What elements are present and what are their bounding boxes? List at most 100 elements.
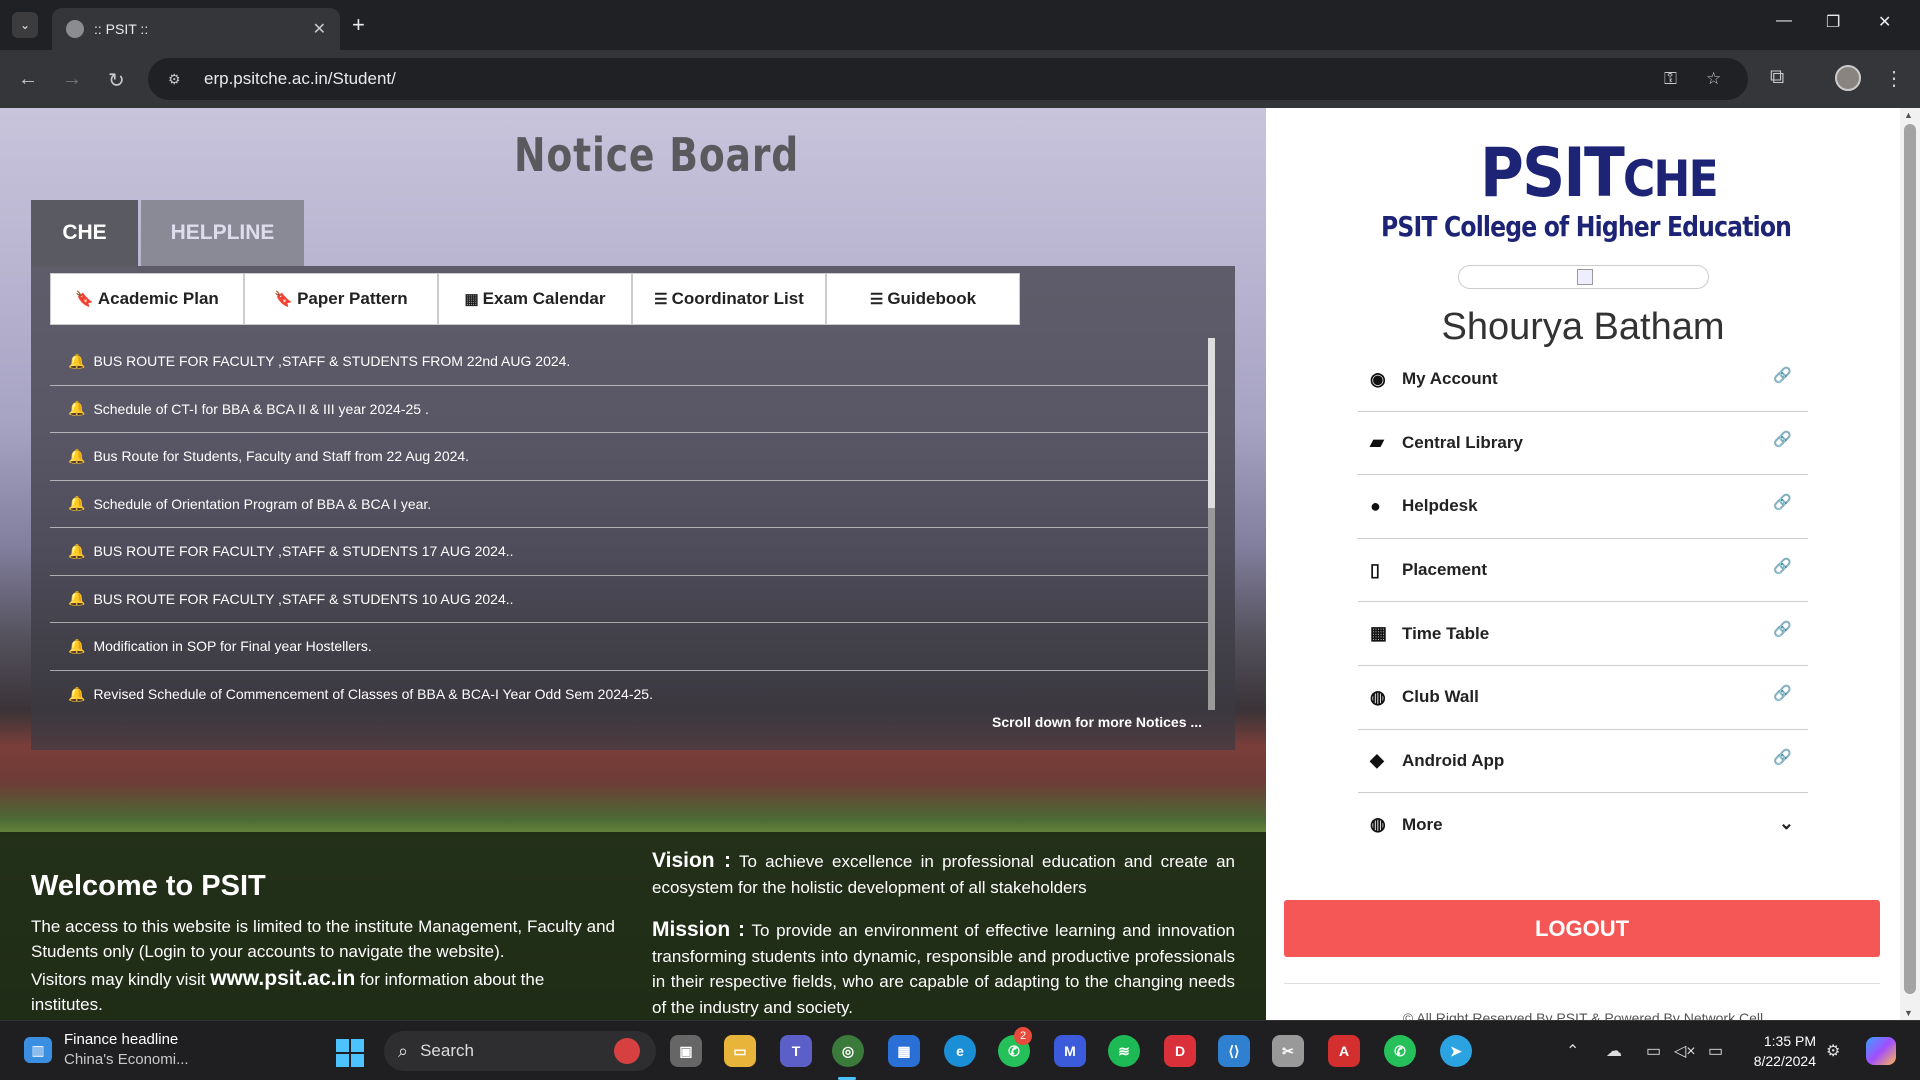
battery-icon[interactable]: ▭: [1708, 1041, 1723, 1061]
tab-title: :: PSIT ::: [94, 21, 149, 37]
telegram-icon[interactable]: ➤: [1440, 1035, 1472, 1067]
tab-search-icon[interactable]: ⌄: [12, 12, 38, 38]
notice-item[interactable]: 🔔 Schedule of Orientation Program of BBA …: [50, 481, 1208, 528]
tray-overflow-icon[interactable]: ⌃: [1566, 1041, 1579, 1061]
snipping-tool-icon[interactable]: ✂: [1272, 1035, 1304, 1067]
reload-icon[interactable]: ↻: [108, 68, 125, 93]
extensions-icon[interactable]: ⧉: [1770, 66, 1784, 89]
sidebar-item-central-library[interactable]: ▰ Central Library 🔗: [1358, 412, 1808, 476]
volume-muted-icon[interactable]: ◁×: [1674, 1041, 1696, 1061]
notice-item[interactable]: 🔔 BUS ROUTE FOR FACULTY ,STAFF & STUDENTS…: [50, 528, 1208, 576]
sidebar-item-placement[interactable]: ▯ Placement 🔗: [1358, 539, 1808, 603]
forward-icon[interactable]: →: [62, 68, 82, 91]
exam-calendar-button[interactable]: ▦ Exam Calendar: [438, 273, 632, 325]
tab-helpline[interactable]: HELPLINE: [141, 200, 304, 266]
news-widget-icon[interactable]: ▥: [24, 1037, 52, 1063]
news-headline[interactable]: Finance headline: [64, 1031, 178, 1048]
address-bar[interactable]: ⚙ erp.psitche.ac.in/Student/ ⚿ ☆: [148, 58, 1748, 100]
devcpp-icon[interactable]: D: [1164, 1035, 1196, 1067]
sidebar-item-club-wall[interactable]: ◍ Club Wall 🔗: [1358, 666, 1808, 730]
acrobat-icon[interactable]: A: [1328, 1035, 1360, 1067]
copilot-icon[interactable]: [1866, 1037, 1896, 1065]
sidebar-item-time-table[interactable]: ▦ Time Table 🔗: [1358, 602, 1808, 666]
sidebar-item-android-app[interactable]: ◆ Android App 🔗: [1358, 730, 1808, 794]
sidebar-item-more[interactable]: ◍ More ⌄: [1358, 793, 1808, 857]
store-icon[interactable]: ▦: [888, 1035, 920, 1067]
notice-item[interactable]: 🔔 Bus Route for Students, Faculty and Sta…: [50, 433, 1208, 481]
settings-gear-icon[interactable]: ⚙: [1826, 1041, 1840, 1061]
coordinator-list-button[interactable]: ☰ Coordinator List: [632, 273, 826, 325]
user-name: Shourya Batham: [1441, 306, 1725, 348]
new-tab-icon[interactable]: +: [352, 12, 365, 38]
close-tab-icon[interactable]: ✕: [313, 19, 326, 39]
notice-item[interactable]: 🔔 BUS ROUTE FOR FACULTY ,STAFF & STUDENTS…: [50, 338, 1208, 386]
taskbar-clock[interactable]: 1:35 PM 8/22/2024: [1736, 1031, 1816, 1071]
task-view-icon[interactable]: ▣: [670, 1035, 702, 1067]
password-key-icon[interactable]: ⚿: [1664, 69, 1677, 89]
minimize-icon[interactable]: —: [1776, 12, 1792, 30]
mobile-icon: ▯: [1370, 559, 1380, 580]
restore-icon[interactable]: ❐: [1826, 12, 1840, 32]
notice-text: BUS ROUTE FOR FACULTY ,STAFF & STUDENTS …: [93, 353, 571, 370]
notice-item[interactable]: 🔔 Modification in SOP for Final year Host…: [50, 623, 1208, 671]
sidebar-item-label: Central Library: [1402, 432, 1523, 452]
bell-icon: 🔔: [68, 352, 86, 369]
network-icon[interactable]: ▭: [1646, 1041, 1661, 1061]
search-label: Search: [420, 1041, 474, 1060]
url-text: erp.psitche.ac.in/Student/: [204, 69, 396, 88]
paper-pattern-button[interactable]: 🔖 Paper Pattern: [244, 273, 438, 325]
spotify-icon[interactable]: ≋: [1108, 1035, 1140, 1067]
favicon-icon: [66, 20, 84, 38]
dashboard-icon: ◉: [1370, 368, 1386, 389]
whatsapp-web-icon[interactable]: ✆: [1384, 1035, 1416, 1067]
onedrive-icon[interactable]: ☁: [1606, 1041, 1622, 1061]
search-highlight-icon: [614, 1038, 640, 1064]
academic-plan-button[interactable]: 🔖 Academic Plan: [50, 273, 244, 325]
chrome-icon[interactable]: ◎: [832, 1035, 864, 1067]
broken-image-icon: [1577, 269, 1593, 285]
notification-badge: 2: [1014, 1027, 1032, 1045]
logout-button[interactable]: LOGOUT: [1284, 900, 1880, 957]
start-icon[interactable]: [336, 1039, 364, 1067]
profile-avatar[interactable]: [1835, 65, 1861, 91]
academic-plan-label: Academic Plan: [97, 289, 219, 308]
edge-icon[interactable]: e: [944, 1035, 976, 1067]
page-scrollbar[interactable]: ▲ ▼: [1900, 108, 1920, 1020]
notice-item[interactable]: 🔔 Revised Schedule of Commencement of Cla…: [50, 671, 1208, 719]
notice-item[interactable]: 🔔 BUS ROUTE FOR FACULTY ,STAFF & STUDENTS…: [50, 576, 1208, 623]
notice-scrollbar-thumb[interactable]: [1208, 338, 1215, 508]
sidebar-item-label: Android App: [1402, 750, 1505, 770]
bell-icon: 🔔: [68, 542, 86, 559]
notice-pill-bar: 🔖 Academic Plan 🔖 Paper Pattern ▦ Exam Cale…: [50, 273, 1020, 325]
notice-text: Modification in SOP for Final year Hoste…: [93, 638, 372, 655]
mail-app-icon[interactable]: M: [1054, 1035, 1086, 1067]
vscode-icon[interactable]: ⟨⟩: [1218, 1035, 1250, 1067]
chevron-down-icon: ⌄: [1778, 813, 1794, 834]
close-window-icon[interactable]: ✕: [1878, 12, 1891, 32]
notice-text: BUS ROUTE FOR FACULTY ,STAFF & STUDENTS …: [93, 543, 514, 560]
scroll-up-icon[interactable]: ▲: [1904, 110, 1913, 120]
page-scrollbar-thumb[interactable]: [1904, 124, 1916, 994]
taskbar-search[interactable]: ⌕ Search: [384, 1031, 656, 1071]
file-explorer-icon[interactable]: ▭: [724, 1035, 756, 1067]
browser-tab[interactable]: :: PSIT :: ✕: [52, 8, 340, 50]
sidebar-item-helpdesk[interactable]: ● Helpdesk 🔗: [1358, 475, 1808, 539]
clock-date: 8/22/2024: [1753, 1053, 1816, 1069]
guidebook-button[interactable]: ☰ Guidebook: [826, 273, 1020, 325]
teams-icon[interactable]: T: [780, 1035, 812, 1067]
scroll-down-icon[interactable]: ▼: [1904, 1008, 1913, 1018]
bookmark-star-icon[interactable]: ☆: [1706, 69, 1721, 89]
notice-board-title: Notice Board: [514, 128, 800, 182]
back-icon[interactable]: ←: [18, 68, 38, 91]
notice-text: Schedule of CT-I for BBA & BCA II & III …: [93, 400, 429, 417]
sidebar-item-my-account[interactable]: ◉ My Account 🔗: [1358, 348, 1808, 412]
notice-scrollbar[interactable]: [1208, 338, 1215, 710]
mission-block: Mission : To provide an environment of e…: [652, 917, 1235, 1020]
notice-item[interactable]: 🔔 Schedule of CT-I for BBA & BCA II & III…: [50, 386, 1208, 433]
menu-dots-icon[interactable]: ⋮: [1884, 66, 1904, 91]
psit-website-link[interactable]: www.psit.ac.in: [210, 967, 355, 990]
news-subtitle[interactable]: China's Economi...: [64, 1051, 189, 1068]
site-info-icon[interactable]: ⚙: [168, 71, 190, 87]
tab-che[interactable]: CHE: [31, 200, 138, 266]
footer-divider: [1284, 983, 1880, 984]
